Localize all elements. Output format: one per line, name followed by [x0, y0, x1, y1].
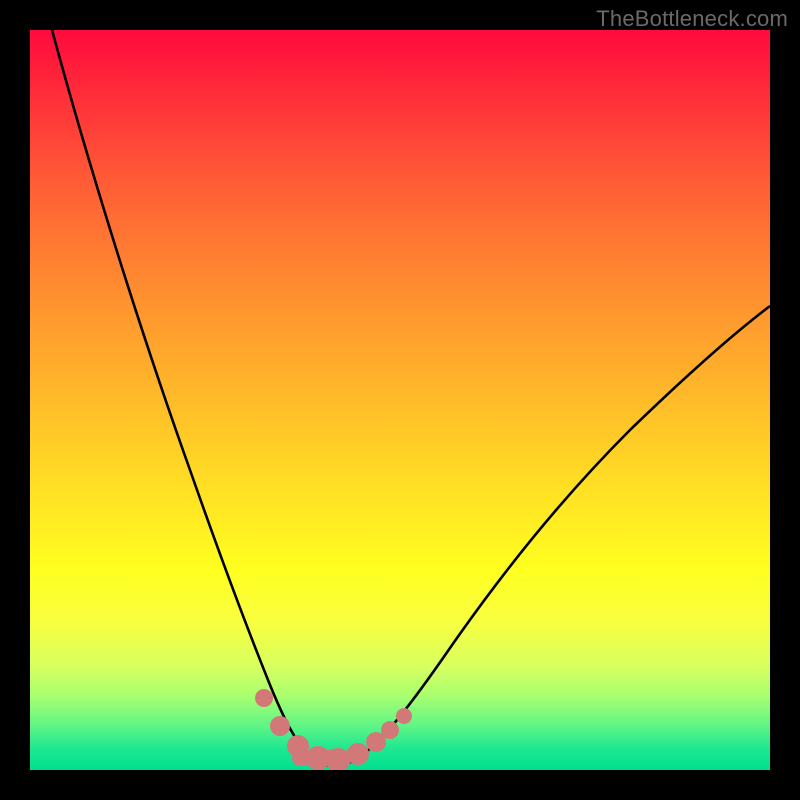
chart-frame: TheBottleneck.com	[0, 0, 800, 800]
watermark-text: TheBottleneck.com	[596, 6, 788, 32]
bottleneck-curve	[52, 30, 770, 766]
plot-area	[30, 30, 770, 770]
optimal-zone-markers	[255, 689, 412, 770]
curve-svg	[30, 30, 770, 770]
